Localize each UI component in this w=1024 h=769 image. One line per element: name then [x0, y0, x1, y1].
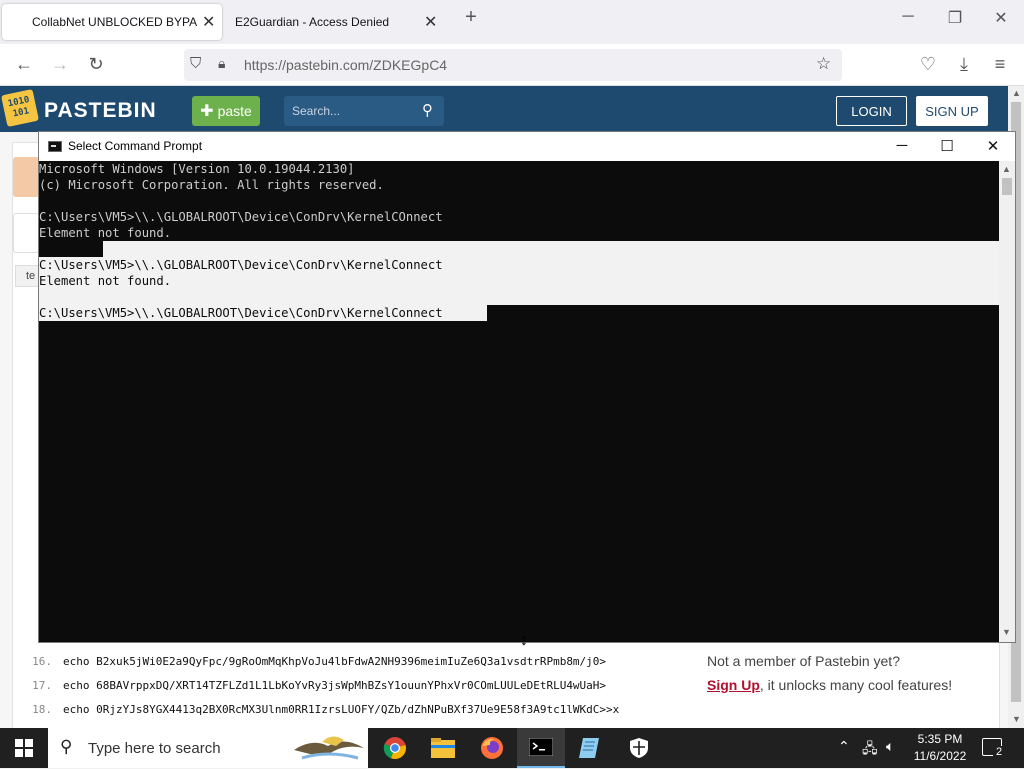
- cmd-console-output[interactable]: Microsoft Windows [Version 10.0.19044.21…: [39, 161, 999, 642]
- code-line: echo B2xuk5jWi0E2a9QyFpc/9gRoOmMqKhpVoJu…: [63, 655, 607, 668]
- new-paste-button[interactable]: ✚ paste: [192, 96, 260, 126]
- tab-collabnet[interactable]: CollabNet UNBLOCKED BYPASS ✕: [2, 4, 222, 40]
- console-line: Microsoft Windows [Version 10.0.19044.21…: [39, 162, 355, 176]
- close-window-icon[interactable]: ✕: [986, 8, 1016, 28]
- taskbar-search-box[interactable]: ⚲ Type here to search: [48, 728, 368, 768]
- console-line: Element not found.: [39, 226, 172, 240]
- cmd-window-title: Select Command Prompt: [68, 139, 203, 153]
- show-hidden-icons-icon[interactable]: ⌃: [838, 738, 850, 755]
- search-icon[interactable]: ⚲: [422, 101, 433, 119]
- file-explorer-icon[interactable]: [419, 728, 467, 768]
- console-line: C:\Users\VM5>\\.\GLOBALROOT\Device\ConDr…: [39, 257, 443, 273]
- line-number: 17.: [32, 679, 52, 692]
- pastebin-search-input[interactable]: Search... ⚲: [284, 96, 444, 126]
- signup-promo: Not a member of Pastebin yet? Sign Up, i…: [696, 642, 988, 706]
- reload-icon[interactable]: ↻: [84, 54, 108, 74]
- cmd-close-icon[interactable]: ✕: [982, 137, 1004, 155]
- notification-center-icon[interactable]: 2: [982, 738, 1005, 758]
- scroll-down-icon[interactable]: ▼: [1012, 714, 1021, 724]
- pastebin-header: 1010 101 PASTEBIN ✚ paste Search... ⚲ LOG…: [0, 86, 1008, 132]
- address-bar[interactable]: ⛉ 🔒︎ https://pastebin.com/ZDKEGpC4 ☆: [184, 49, 842, 81]
- search-icon: ⚲: [60, 737, 73, 756]
- command-prompt-window[interactable]: Select Command Prompt ─ ☐ ✕ Microsoft Wi…: [38, 131, 1016, 643]
- close-tab-icon[interactable]: ✕: [202, 12, 215, 32]
- login-button[interactable]: LOGIN: [836, 96, 907, 126]
- promo-text-2: Sign Up, it unlocks many cool features!: [707, 677, 952, 693]
- browser-toolbar: ← → ↻ ⛉ 🔒︎ https://pastebin.com/ZDKEGpC4…: [0, 44, 1024, 86]
- tracking-shield-icon[interactable]: ⛉: [190, 55, 201, 72]
- downloads-icon[interactable]: ⤓: [952, 54, 976, 74]
- line-number: 16.: [32, 655, 52, 668]
- forward-icon[interactable]: →: [48, 54, 72, 74]
- avatar: [13, 157, 39, 197]
- tab-label: CollabNet UNBLOCKED BYPASS: [32, 15, 197, 29]
- console-line: (c) Microsoft Corporation. All rights re…: [39, 178, 384, 192]
- cmd-scroll-down-icon[interactable]: ▼: [1002, 627, 1011, 637]
- windows-logo-icon: [15, 739, 33, 757]
- back-icon[interactable]: ←: [12, 54, 36, 74]
- resize-cursor-icon: ↕: [520, 632, 528, 649]
- paste-button-label: paste: [217, 103, 252, 119]
- search-placeholder: Search...: [292, 104, 341, 118]
- partial-box: [13, 213, 39, 253]
- url-text: https://pastebin.com/ZDKEGpC4: [244, 57, 448, 73]
- volume-icon[interactable]: 🔈︎: [886, 738, 894, 755]
- line-number: 18.: [32, 703, 52, 716]
- lock-icon[interactable]: 🔒︎: [218, 55, 225, 72]
- network-icon[interactable]: 🖧︎: [862, 738, 878, 762]
- cmd-scrollbar[interactable]: ▲ ▼: [999, 161, 1015, 642]
- pastebin-logo-text[interactable]: PASTEBIN: [44, 99, 157, 123]
- selection-highlight: [103, 241, 999, 257]
- console-line: C:\Users\VM5>\\.\GLOBALROOT\Device\ConDr…: [39, 305, 450, 321]
- bookmark-star-icon[interactable]: ☆: [816, 54, 831, 74]
- console-line: Element not found.: [39, 273, 172, 289]
- scroll-up-icon[interactable]: ▲: [1012, 88, 1021, 98]
- tab-e2guardian[interactable]: E2Guardian - Access Denied ✕: [226, 4, 446, 40]
- windows-taskbar: ⚲ Type here to search ⌃ 🖧︎ 🔈︎ 5:35 PM 11…: [0, 728, 1024, 768]
- close-tab-icon[interactable]: ✕: [424, 12, 437, 32]
- cmd-app-icon: [48, 141, 62, 152]
- promo-text-rest: , it unlocks many cool features!: [759, 677, 953, 693]
- cmd-title-bar[interactable]: Select Command Prompt ─ ☐ ✕: [39, 132, 1015, 161]
- cmd-scroll-thumb[interactable]: [1002, 178, 1012, 195]
- code-line: echo 0RjzYJs8YGX4413q2BX0RcMX3Ulnm0RR1Iz…: [63, 703, 620, 716]
- signup-button[interactable]: SIGN UP: [916, 96, 988, 126]
- command-prompt-icon[interactable]: [517, 728, 565, 768]
- firefox-icon[interactable]: [468, 728, 516, 768]
- cmd-maximize-icon[interactable]: ☐: [936, 137, 958, 155]
- start-button[interactable]: [0, 728, 48, 768]
- promo-signup-link[interactable]: Sign Up: [707, 677, 760, 693]
- new-tab-icon[interactable]: +: [456, 6, 486, 29]
- pocket-icon[interactable]: ♡: [916, 54, 940, 74]
- security-shield-icon[interactable]: [615, 728, 663, 768]
- code-line: echo 68BAVrppxDQ/XRT14TZFLZd1L1LbKoYvRy3…: [63, 679, 607, 692]
- plus-icon: ✚: [200, 103, 214, 120]
- cmd-scroll-up-icon[interactable]: ▲: [1002, 164, 1011, 174]
- taskbar-search-placeholder: Type here to search: [88, 740, 221, 757]
- minimize-icon[interactable]: ─: [893, 8, 923, 26]
- notepad-icon[interactable]: [566, 728, 614, 768]
- browser-tab-bar: CollabNet UNBLOCKED BYPASS ✕ E2Guardian …: [0, 0, 1024, 44]
- clock-time[interactable]: 5:35 PM: [912, 732, 968, 746]
- restore-icon[interactable]: ❐: [940, 8, 970, 28]
- promo-text: Not a member of Pastebin yet?: [707, 653, 900, 669]
- tab-label: E2Guardian - Access Denied: [235, 15, 390, 29]
- chrome-icon[interactable]: [371, 728, 419, 768]
- notification-count-badge: 2: [993, 746, 1005, 758]
- search-highlight-image[interactable]: [292, 732, 366, 764]
- cmd-minimize-icon[interactable]: ─: [891, 137, 913, 154]
- console-line: C:\Users\VM5>\\.\GLOBALROOT\Device\ConDr…: [39, 210, 443, 224]
- clock-date[interactable]: 11/6/2022: [912, 749, 968, 763]
- pastebin-logo-icon[interactable]: 1010 101: [1, 89, 39, 127]
- menu-icon[interactable]: ≡: [988, 54, 1012, 74]
